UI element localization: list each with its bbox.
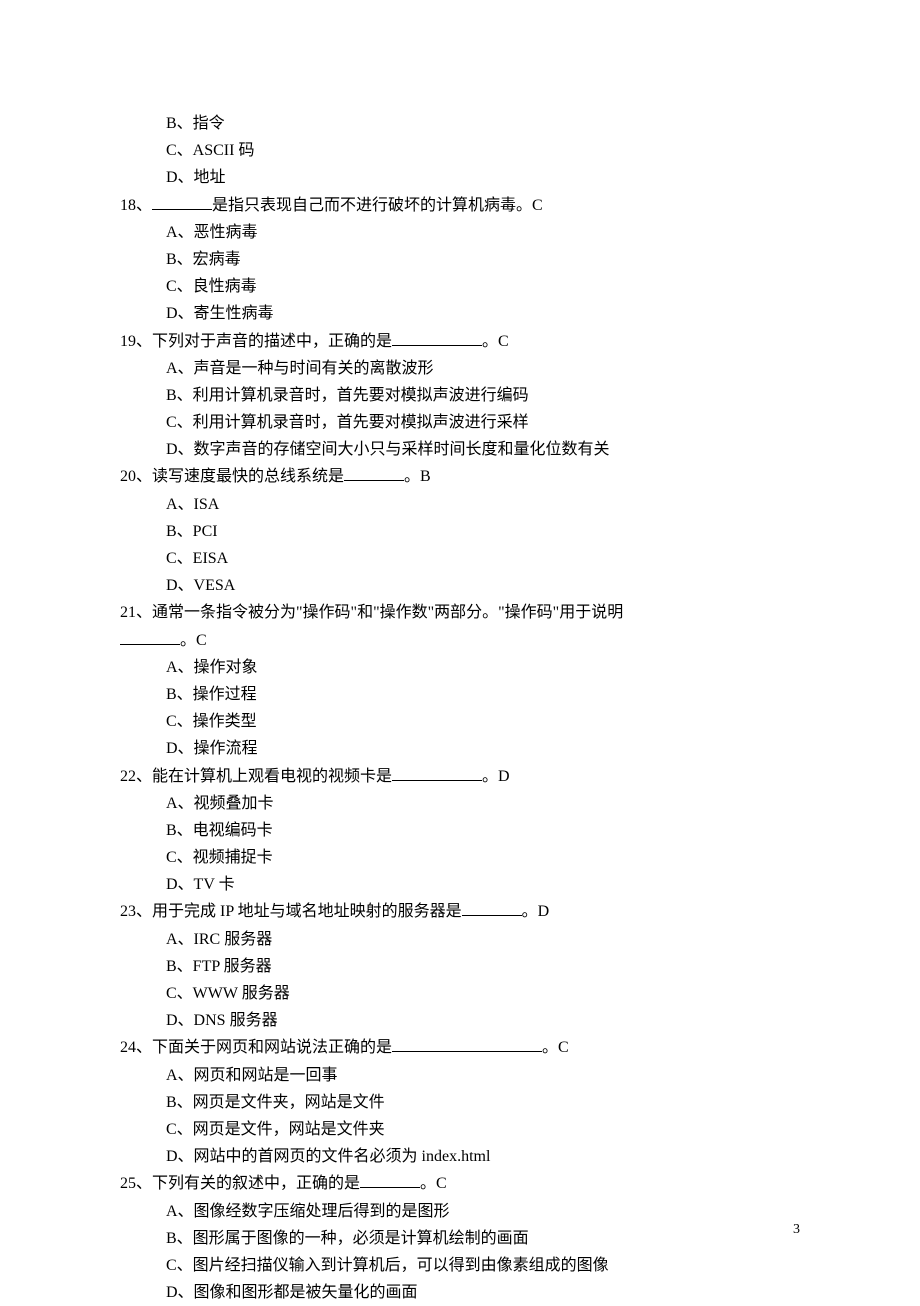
orphan-option: D、地址 [120,164,800,191]
option: A、网页和网站是一回事 [120,1062,800,1089]
option: A、恶性病毒 [120,219,800,246]
question-text: 用于完成 IP 地址与域名地址映射的服务器是 [152,903,462,920]
option: B、图形属于图像的一种，必须是计算机绘制的画面 [120,1225,800,1252]
question-text: 读写速度最快的总线系统是 [152,468,344,485]
question-number: 25、 [120,1175,152,1192]
option: D、操作流程 [120,735,800,762]
option: A、声音是一种与时间有关的离散波形 [120,355,800,382]
option: D、网站中的首网页的文件名必须为 index.html [120,1143,800,1170]
blank [344,464,404,482]
option: C、视频捕捉卡 [120,844,800,871]
question-22: 22、能在计算机上观看电视的视频卡是 。D [120,763,800,790]
answer: C [532,197,543,214]
question-text: 通常一条指令被分为"操作码"和"操作数"两部分。"操作码"用于说明 [152,604,623,621]
question-number: 23、 [120,903,152,920]
option: D、寄生性病毒 [120,300,800,327]
blank [360,1171,420,1189]
question-text: 下列对于声音的描述中，正确的是 [152,333,392,350]
option: A、IRC 服务器 [120,926,800,953]
option: A、图像经数字压缩处理后得到的是图形 [120,1198,800,1225]
option: D、数字声音的存储空间大小只与采样时间长度和量化位数有关 [120,436,800,463]
option: C、WWW 服务器 [120,980,800,1007]
blank [392,763,482,781]
answer: C [196,632,207,649]
option: D、VESA [120,572,800,599]
page-number: 3 [793,1218,800,1242]
question-text: 。 [482,768,498,785]
orphan-option: C、ASCII 码 [120,137,800,164]
option: A、ISA [120,491,800,518]
question-text: 能在计算机上观看电视的视频卡是 [152,768,392,785]
option: B、电视编码卡 [120,817,800,844]
question-24: 24、下面关于网页和网站说法正确的是 。C [120,1034,800,1061]
option: C、图片经扫描仪输入到计算机后，可以得到由像素组成的图像 [120,1252,800,1279]
answer: D [538,903,550,920]
option: A、视频叠加卡 [120,790,800,817]
answer: B [420,468,431,485]
option: A、操作对象 [120,654,800,681]
question-text: 。 [404,468,420,485]
option: B、FTP 服务器 [120,953,800,980]
question-20: 20、读写速度最快的总线系统是 。B [120,463,800,490]
answer: C [558,1039,569,1056]
question-text: 是指只表现自己而不进行破坏的计算机病毒。 [212,197,532,214]
question-text: 。 [482,333,498,350]
question-number: 21、 [120,604,152,621]
question-text: 。 [542,1039,558,1056]
question-text: 下面关于网页和网站说法正确的是 [152,1039,392,1056]
question-number: 19、 [120,333,152,350]
question-21-line2: 。C [120,627,800,654]
blank [392,1035,542,1053]
option: D、DNS 服务器 [120,1007,800,1034]
option: D、TV 卡 [120,871,800,898]
question-number: 20、 [120,468,152,485]
option: B、宏病毒 [120,246,800,273]
question-text: 。 [180,632,196,649]
question-number: 18、 [120,197,152,214]
option: B、网页是文件夹，网站是文件 [120,1089,800,1116]
blank [392,328,482,346]
option: C、操作类型 [120,708,800,735]
question-18: 18、 是指只表现自己而不进行破坏的计算机病毒。C [120,192,800,219]
option: B、PCI [120,518,800,545]
question-23: 23、用于完成 IP 地址与域名地址映射的服务器是 。D [120,898,800,925]
option: C、利用计算机录音时，首先要对模拟声波进行采样 [120,409,800,436]
question-number: 24、 [120,1039,152,1056]
question-21: 21、通常一条指令被分为"操作码"和"操作数"两部分。"操作码"用于说明 [120,599,800,626]
question-text: 下列有关的叙述中，正确的是 [152,1175,360,1192]
question-25: 25、下列有关的叙述中，正确的是 。C [120,1170,800,1197]
option: B、利用计算机录音时，首先要对模拟声波进行编码 [120,382,800,409]
blank [152,192,212,210]
question-text: 。 [522,903,538,920]
question-text: 。 [420,1175,436,1192]
option: C、良性病毒 [120,273,800,300]
option: B、操作过程 [120,681,800,708]
option: C、EISA [120,545,800,572]
question-19: 19、下列对于声音的描述中，正确的是 。C [120,328,800,355]
blank [120,627,180,645]
option: C、网页是文件，网站是文件夹 [120,1116,800,1143]
answer: D [498,768,510,785]
orphan-option: B、指令 [120,110,800,137]
blank [462,899,522,917]
answer: C [436,1175,447,1192]
answer: C [498,333,509,350]
question-number: 22、 [120,768,152,785]
